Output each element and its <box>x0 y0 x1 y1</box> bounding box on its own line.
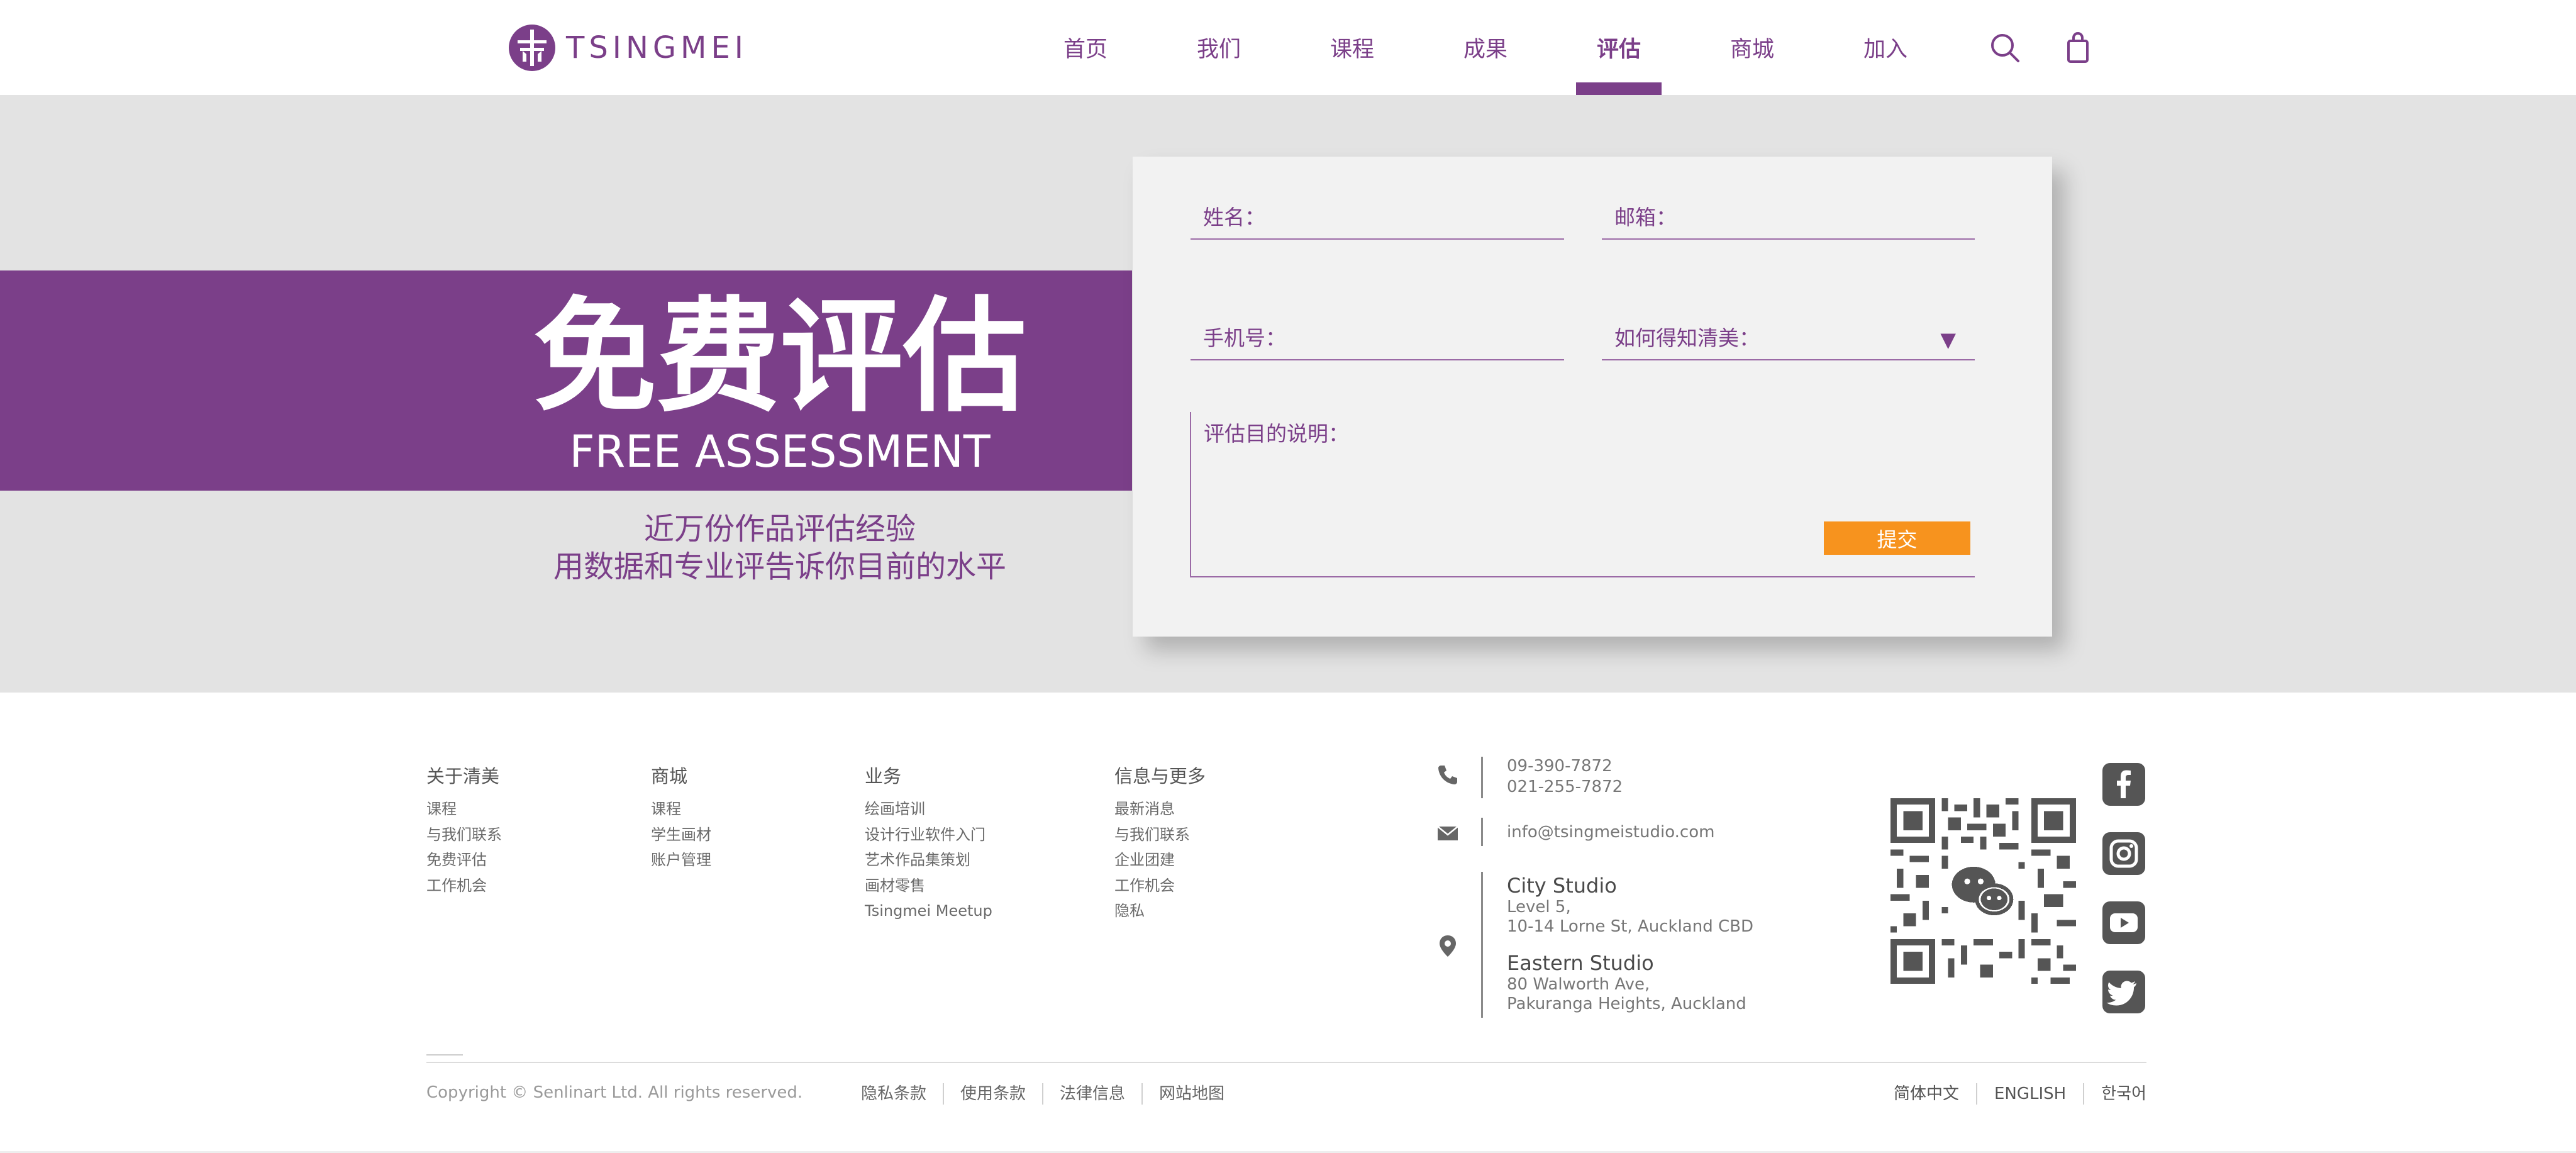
phone-field[interactable]: 手机号： <box>1191 323 1564 360</box>
footer-link[interactable]: 隐私 <box>1114 898 1206 924</box>
footer-col-title: 业务 <box>865 766 902 787</box>
site-header: TSINGMEI 首页 我们 课程 成果 评估 商城 加入 <box>0 0 2576 95</box>
shopping-bag-icon[interactable] <box>2062 31 2094 64</box>
studio2-name: Eastern Studio <box>1507 951 1654 975</box>
footer-link[interactable]: 账户管理 <box>651 847 711 873</box>
name-label: 姓名： <box>1203 205 1265 230</box>
facebook-icon[interactable] <box>2102 763 2145 806</box>
footer-col-info: 信息与更多 最新消息 与我们联系 企业团建 工作机会 隐私 <box>1114 764 1206 924</box>
sitemap-link[interactable]: 网站地图 <box>1143 1083 1241 1105</box>
legal-links: 隐私条款 使用条款 法律信息 网站地图 <box>845 1083 1241 1105</box>
divider <box>1481 872 1483 1018</box>
phone-number-1[interactable]: 09-390-7872 <box>1507 756 1613 777</box>
search-icon[interactable] <box>1989 31 2021 64</box>
footer-link[interactable]: 工作机会 <box>426 873 502 899</box>
studio1-address-1: Level 5, <box>1507 898 1571 916</box>
studio1-address-2: 10-14 Lorne St, Auckland CBD <box>1507 917 1753 936</box>
lang-zh[interactable]: 简体中文 <box>1877 1083 1977 1105</box>
footer-col-business: 业务 绘画培训 设计行业软件入门 艺术作品集策划 画材零售 Tsingmei M… <box>865 764 992 924</box>
assessment-form: 姓名： 邮箱： 手机号： 如何得知清美： ▼ 评估目的说明： 提交 <box>1133 157 2052 637</box>
brand-logo[interactable]: TSINGMEI <box>508 23 748 73</box>
footer-link[interactable]: 最新消息 <box>1114 796 1206 822</box>
divider <box>426 1062 2146 1063</box>
footer-link[interactable]: 与我们联系 <box>426 822 502 848</box>
terms-link[interactable]: 使用条款 <box>944 1083 1044 1105</box>
phone-icon <box>1438 766 1457 784</box>
source-select[interactable]: 如何得知清美： ▼ <box>1602 323 1975 360</box>
footer-col-title: 信息与更多 <box>1114 766 1206 787</box>
email-field[interactable]: 邮箱： <box>1602 202 1975 240</box>
lang-en[interactable]: ENGLISH <box>1977 1083 2085 1105</box>
mail-icon <box>1437 826 1458 840</box>
footer-link[interactable]: 与我们联系 <box>1114 822 1206 848</box>
assessment-hero: 免费评估 FREE ASSESSMENT 近万份作品评估经验 用数据和专业评告诉… <box>0 95 2576 693</box>
location-pin-icon <box>1440 935 1456 957</box>
wechat-qr-code <box>1890 798 2076 984</box>
tsingmei-logo-icon <box>509 25 555 71</box>
phone-number-2[interactable]: 021-255-7872 <box>1507 777 1623 798</box>
footer-link[interactable]: 企业团建 <box>1114 847 1206 873</box>
language-switcher: 简体中文 ENGLISH 한국어 <box>1877 1083 2146 1105</box>
footer-link[interactable]: 画材零售 <box>865 873 992 899</box>
nav-home[interactable]: 首页 <box>1019 0 1152 95</box>
studio2-address-1: 80 Walworth Ave, <box>1507 975 1650 994</box>
footer-col-title: 关于清美 <box>426 766 500 787</box>
nav-courses[interactable]: 课程 <box>1285 0 1419 95</box>
nav-join[interactable]: 加入 <box>1819 0 1952 95</box>
divider <box>1481 757 1483 798</box>
footer-col-title: 商城 <box>651 766 688 787</box>
privacy-link[interactable]: 隐私条款 <box>845 1083 945 1105</box>
site-footer: 关于清美 课程 与我们联系 免费评估 工作机会 商城 课程 学生画材 账户管理 … <box>0 693 2576 1153</box>
divider <box>426 1054 463 1056</box>
footer-link[interactable]: 绘画培训 <box>865 796 992 822</box>
main-nav: 首页 我们 课程 成果 评估 商城 加入 <box>1019 0 1952 95</box>
footer-col-about: 关于清美 课程 与我们联系 免费评估 工作机会 <box>426 764 502 898</box>
footer-link[interactable]: 免费评估 <box>426 847 502 873</box>
phone-label: 手机号： <box>1203 326 1286 350</box>
footer-link[interactable]: Tsingmei Meetup <box>865 898 992 924</box>
footer-link[interactable]: 工作机会 <box>1114 873 1206 899</box>
nav-results[interactable]: 成果 <box>1419 0 1552 95</box>
footer-link[interactable]: 学生画材 <box>651 822 711 848</box>
divider <box>1481 818 1483 846</box>
footer-link[interactable]: 艺术作品集策划 <box>865 847 992 873</box>
source-label: 如何得知清美： <box>1614 326 1760 350</box>
footer-col-shop: 商城 课程 学生画材 账户管理 <box>651 764 711 873</box>
footer-link[interactable]: 课程 <box>426 796 502 822</box>
youtube-icon[interactable] <box>2102 901 2145 944</box>
footer-link[interactable]: 设计行业软件入门 <box>865 822 992 848</box>
submit-button[interactable]: 提交 <box>1824 521 1970 555</box>
studio2-address-2: Pakuranga Heights, Auckland <box>1507 994 1746 1013</box>
nav-shop[interactable]: 商城 <box>1685 0 1819 95</box>
lang-ko[interactable]: 한국어 <box>2084 1083 2146 1105</box>
email-link[interactable]: info@tsingmeistudio.com <box>1507 822 1714 843</box>
nav-about[interactable]: 我们 <box>1152 0 1285 95</box>
name-field[interactable]: 姓名： <box>1191 202 1564 240</box>
copyright-text: Copyright © Senlinart Ltd. All rights re… <box>426 1083 803 1102</box>
chevron-down-icon[interactable]: ▼ <box>1940 328 1956 352</box>
purpose-label: 评估目的说明： <box>1204 421 1349 446</box>
email-label: 邮箱： <box>1614 205 1677 230</box>
nav-assessment[interactable]: 评估 <box>1552 0 1685 95</box>
legal-info-link[interactable]: 法律信息 <box>1043 1083 1143 1105</box>
brand-name: TSINGMEI <box>566 30 748 65</box>
twitter-icon[interactable] <box>2102 971 2145 1013</box>
instagram-icon[interactable] <box>2102 832 2145 875</box>
footer-link[interactable]: 课程 <box>651 796 711 822</box>
studio1-name: City Studio <box>1507 874 1617 898</box>
